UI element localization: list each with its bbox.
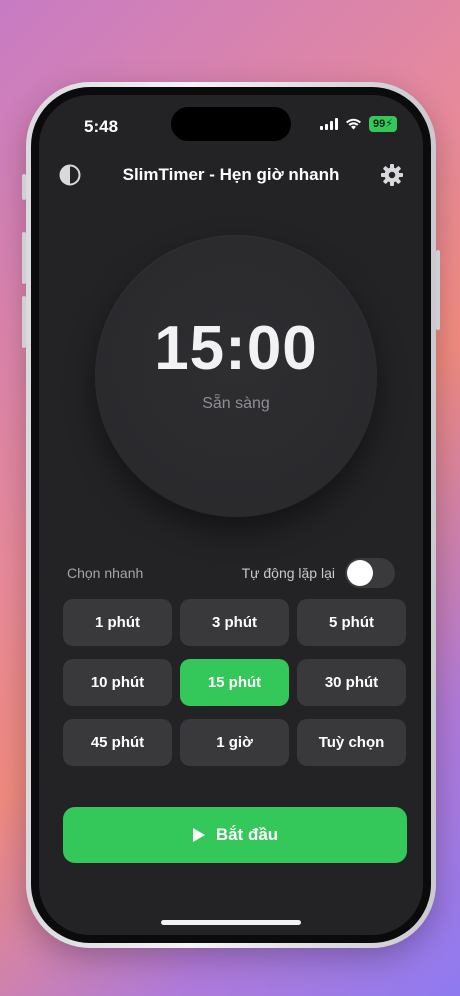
action-button (22, 174, 26, 200)
page-title: SlimTimer - Hẹn giờ nhanh (122, 165, 340, 184)
charging-bolt-icon: ⚡ (385, 118, 393, 130)
wifi-icon (346, 118, 362, 130)
preset-3-min-button[interactable]: 3 phút (180, 599, 289, 646)
volume-up-button (22, 232, 26, 284)
timer-dial: 15:00 Sẵn sàng (95, 235, 377, 517)
status-icons: 99⚡ (320, 116, 397, 132)
gear-icon (381, 164, 403, 186)
preset-10-min-button[interactable]: 10 phút (63, 659, 172, 706)
auto-repeat-label: Tự động lặp lại (241, 565, 335, 581)
quick-select-label: Chọn nhanh (67, 565, 144, 581)
preset-grid: 1 phút 3 phút 5 phút 10 phút 15 phút 30 … (63, 599, 407, 766)
theme-contrast-icon (59, 164, 81, 186)
timer-display: 15:00 (154, 314, 318, 383)
preset-5-min-button[interactable]: 5 phút (297, 599, 406, 646)
preset-custom-button[interactable]: Tuỳ chọn (297, 719, 406, 766)
timer-state: Sẵn sàng (202, 395, 270, 412)
cellular-signal-icon (320, 118, 339, 130)
power-button (436, 250, 440, 330)
preset-30-min-button[interactable]: 30 phút (297, 659, 406, 706)
dynamic-island (171, 107, 291, 141)
phone-bezel: 5:48 99⚡ SlimTimer - Hẹn giờ nhanh 15:00… (31, 87, 431, 943)
play-icon (192, 828, 205, 842)
preset-1-hour-button[interactable]: 1 giờ (180, 719, 289, 766)
battery-level: 99 (373, 118, 386, 130)
preset-45-min-button[interactable]: 45 phút (63, 719, 172, 766)
phone-frame: 5:48 99⚡ SlimTimer - Hẹn giờ nhanh 15:00… (22, 82, 440, 948)
preset-1-min-button[interactable]: 1 phút (63, 599, 172, 646)
status-time: 5:48 (84, 117, 119, 136)
auto-repeat-toggle[interactable] (345, 558, 395, 588)
preset-15-min-button[interactable]: 15 phút (180, 659, 289, 706)
settings-button[interactable] (379, 162, 405, 188)
toggle-knob (347, 560, 373, 586)
auto-repeat-control: Tự động lặp lại (242, 558, 395, 588)
quick-select-row: Chọn nhanh Tự động lặp lại (67, 557, 395, 589)
app-header: SlimTimer - Hẹn giờ nhanh (39, 157, 423, 193)
volume-down-button (22, 296, 26, 348)
battery-indicator: 99⚡ (369, 116, 397, 132)
start-button-label: Bắt đầu (215, 825, 279, 844)
start-button[interactable]: Bắt đầu (63, 807, 407, 863)
app-screen: 5:48 99⚡ SlimTimer - Hẹn giờ nhanh 15:00… (39, 95, 423, 935)
home-indicator (161, 920, 301, 925)
theme-toggle-button[interactable] (57, 162, 83, 188)
